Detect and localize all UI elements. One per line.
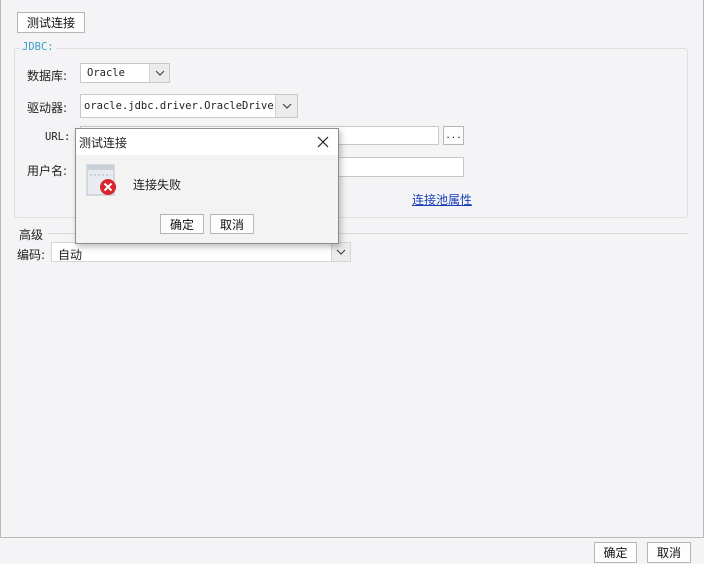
database-select[interactable]: Oracle: [80, 63, 170, 83]
driver-select[interactable]: oracle.jdbc.driver.OracleDriver: [80, 94, 298, 118]
test-connection-dialog: 测试连接 连接失败 确定 取消: [75, 128, 339, 244]
test-connection-button[interactable]: 测试连接: [17, 12, 85, 33]
username-label: 用户名:: [27, 164, 68, 178]
error-icon: [86, 164, 118, 196]
database-value: Oracle: [87, 67, 125, 79]
chevron-down-icon[interactable]: [149, 64, 169, 82]
url-label: URL:: [45, 131, 71, 143]
database-label: 数据库:: [27, 69, 68, 83]
jdbc-legend: JDBC:: [20, 41, 56, 53]
advanced-title: 高级: [19, 228, 44, 242]
chevron-down-icon[interactable]: [275, 95, 297, 117]
encoding-select[interactable]: 自动: [51, 242, 351, 262]
dialog-titlebar: 测试连接: [76, 129, 338, 155]
close-icon[interactable]: [314, 133, 332, 151]
dialog-ok-button[interactable]: 确定: [160, 214, 204, 234]
dialog-message: 连接失败: [133, 178, 182, 192]
driver-label: 驱动器:: [27, 101, 68, 115]
connection-pool-link[interactable]: 连接池属性: [412, 191, 472, 208]
cancel-button[interactable]: 取消: [647, 542, 691, 563]
encoding-label: 编码:: [17, 248, 46, 262]
ok-button[interactable]: 确定: [594, 542, 637, 563]
url-browse-button[interactable]: ...: [443, 126, 464, 145]
encoding-value: 自动: [58, 248, 83, 262]
driver-value: oracle.jdbc.driver.OracleDriver: [84, 100, 280, 112]
dialog-cancel-button[interactable]: 取消: [210, 214, 254, 234]
chevron-down-icon[interactable]: [331, 243, 350, 261]
dialog-title: 测试连接: [79, 136, 128, 150]
